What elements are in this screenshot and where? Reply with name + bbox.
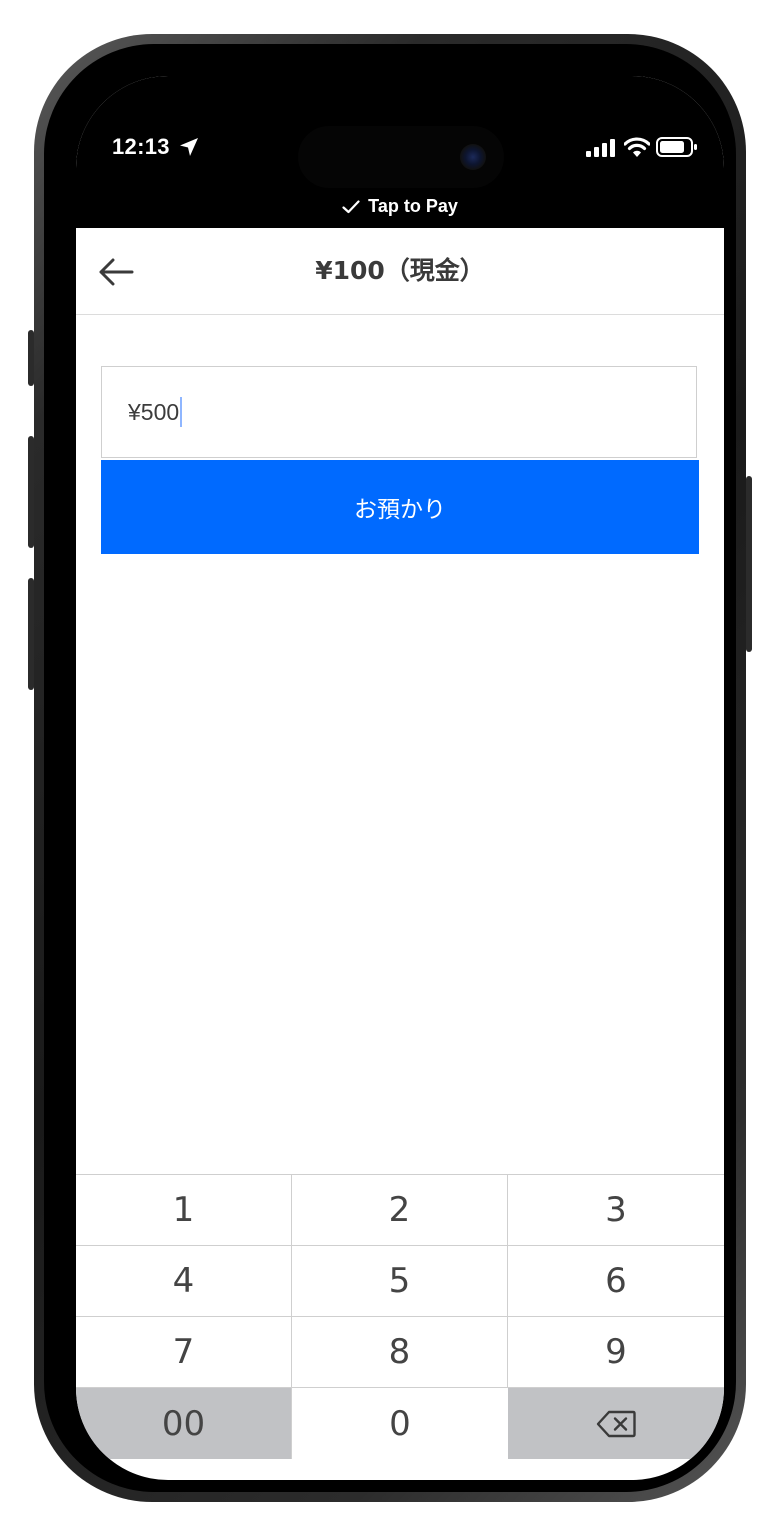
status-bar: 12:13 Tap to Pay [76, 76, 724, 228]
key-3[interactable]: 3 [508, 1175, 724, 1246]
front-camera [460, 144, 486, 170]
deposit-button[interactable]: お預かり [101, 460, 699, 554]
key-4[interactable]: 4 [76, 1246, 292, 1317]
text-cursor [180, 397, 183, 427]
app-header: ¥100（現金） [76, 228, 724, 315]
cellular-signal-icon [586, 139, 615, 157]
key-5[interactable]: 5 [292, 1246, 508, 1317]
volume-down-button [28, 578, 34, 690]
page-title: ¥100（現金） [315, 256, 485, 285]
key-7[interactable]: 7 [76, 1317, 292, 1388]
screen: 12:13 Tap to Pay ¥100（現金） ¥500 お預かり 1 2 … [76, 76, 724, 1480]
location-arrow-icon [180, 138, 198, 156]
power-button [746, 476, 752, 652]
arrow-left-icon [99, 258, 134, 286]
volume-up-button [28, 436, 34, 548]
key-00[interactable]: 00 [76, 1388, 292, 1459]
tap-to-pay-label: Tap to Pay [368, 196, 458, 216]
action-button [28, 330, 34, 386]
key-8[interactable]: 8 [292, 1317, 508, 1388]
received-amount-input[interactable]: ¥500 [101, 366, 697, 458]
delete-key[interactable] [508, 1388, 724, 1459]
battery-icon [656, 137, 697, 157]
backspace-icon [596, 1410, 636, 1437]
key-0[interactable]: 0 [292, 1388, 508, 1459]
numeric-keypad: 1 2 3 4 5 6 7 8 9 00 0 [76, 1174, 724, 1459]
tap-to-pay-banner: Tap to Pay [76, 196, 724, 217]
checkmark-icon [342, 200, 360, 214]
bezel: 12:13 Tap to Pay ¥100（現金） ¥500 お預かり 1 2 … [44, 44, 736, 1492]
back-button[interactable] [92, 248, 140, 296]
status-time: 12:13 [112, 134, 170, 159]
key-6[interactable]: 6 [508, 1246, 724, 1317]
key-1[interactable]: 1 [76, 1175, 292, 1246]
received-amount-value: ¥500 [128, 398, 180, 425]
key-2[interactable]: 2 [292, 1175, 508, 1246]
key-9[interactable]: 9 [508, 1317, 724, 1388]
wifi-icon [624, 137, 650, 157]
phone-frame: 12:13 Tap to Pay ¥100（現金） ¥500 お預かり 1 2 … [28, 34, 752, 1502]
